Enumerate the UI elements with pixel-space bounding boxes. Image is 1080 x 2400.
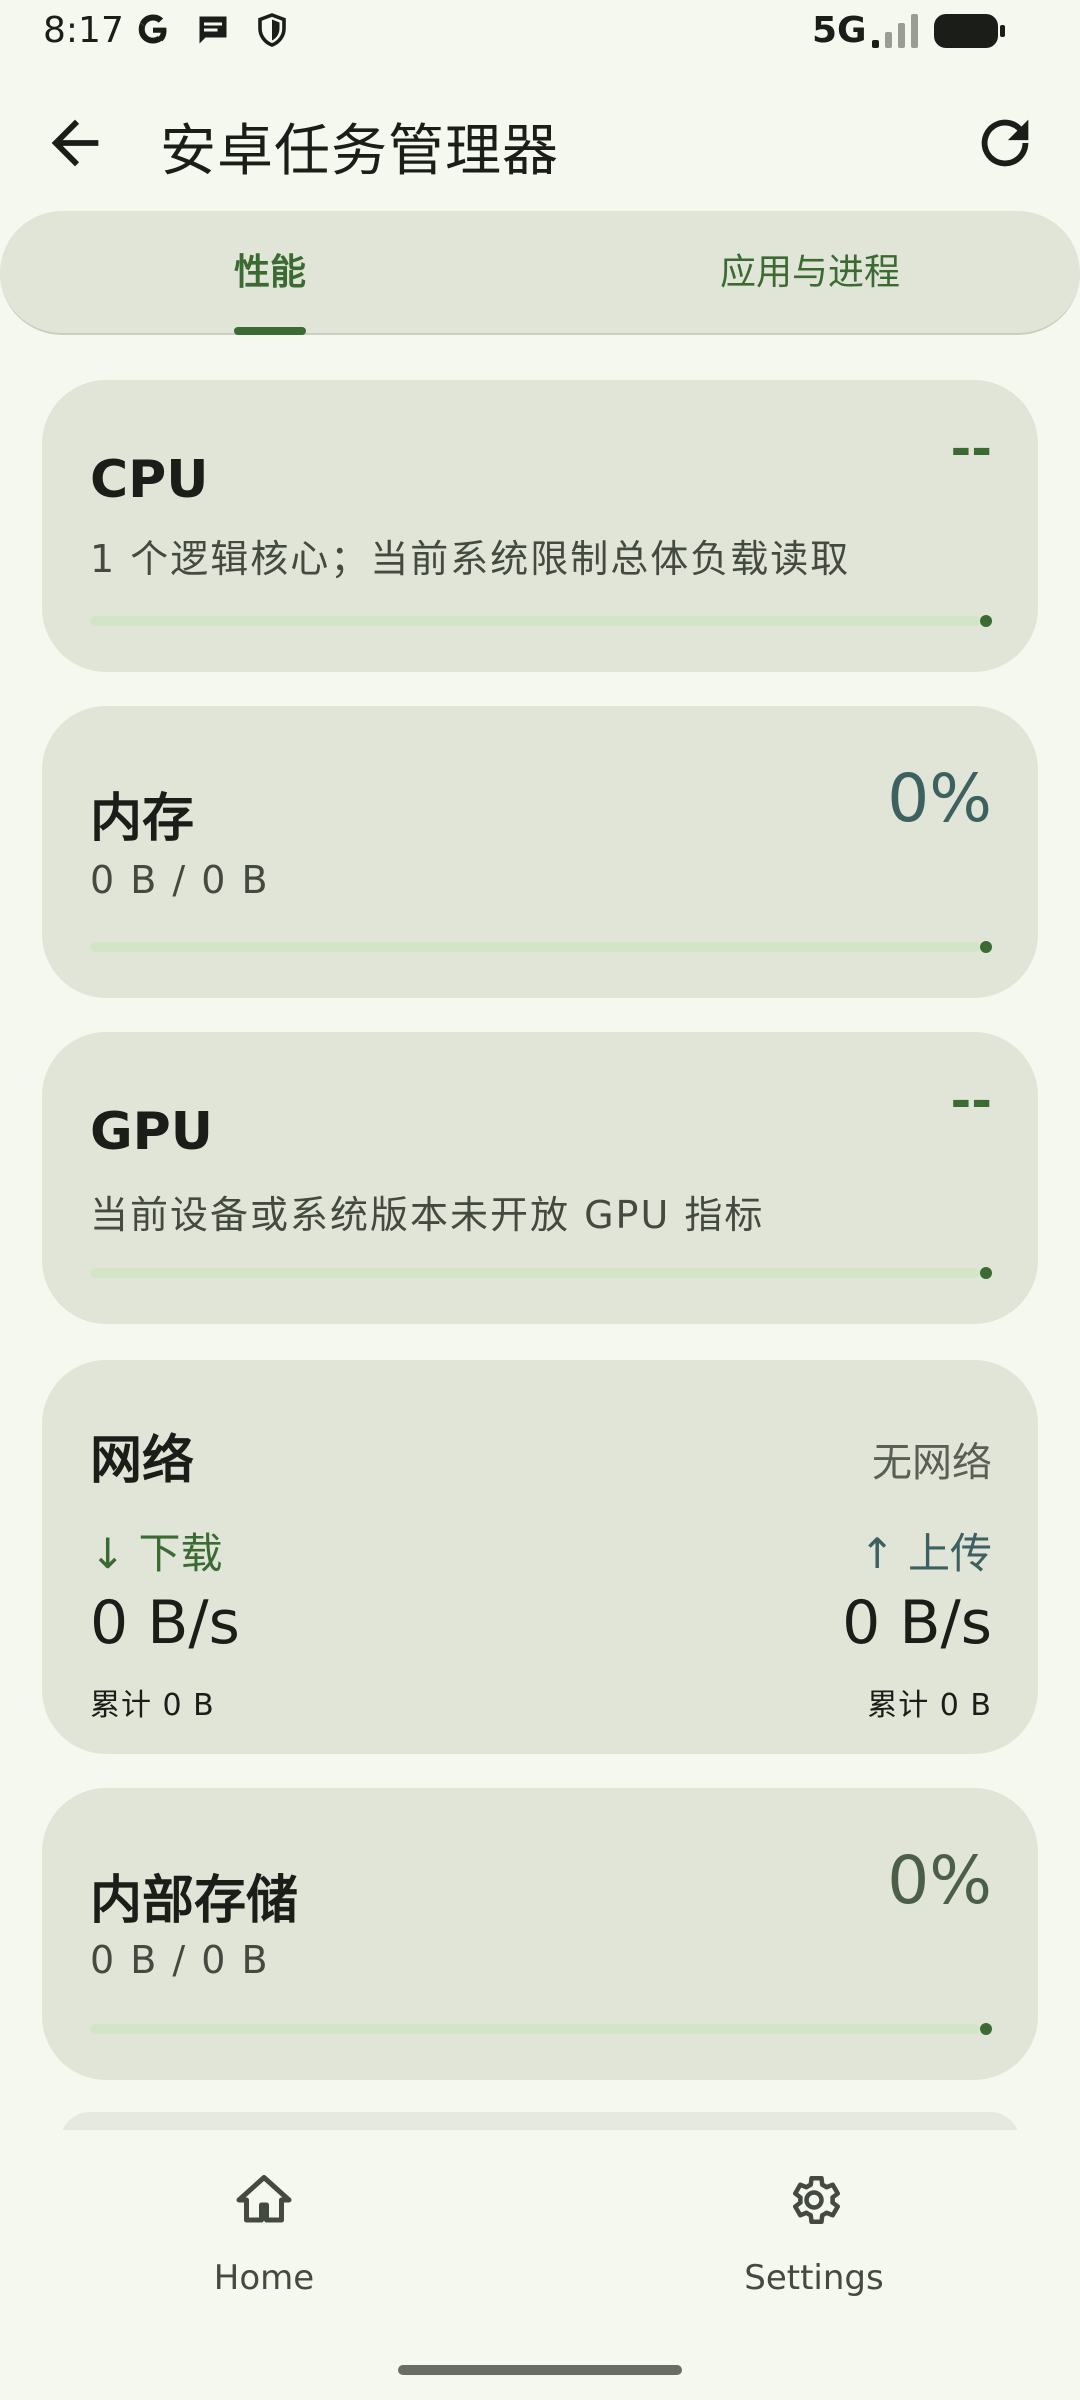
download-rate: 0 B/s bbox=[90, 1588, 240, 1658]
home-gesture-bar bbox=[398, 2365, 682, 2375]
storage-value: 0% bbox=[887, 1842, 992, 1919]
upload-total: 累计 0 B bbox=[867, 1688, 992, 1723]
cpu-subtitle: 1 个逻辑核心；当前系统限制总体负载读取 bbox=[90, 537, 851, 581]
nav-settings[interactable]: Settings bbox=[664, 2170, 964, 2298]
cpu-title: CPU bbox=[90, 450, 209, 510]
gpu-card[interactable]: GPU -- 当前设备或系统版本未开放 GPU 指标 bbox=[42, 1032, 1038, 1324]
signal-icon bbox=[872, 14, 920, 52]
bottom-navigation: Home Settings bbox=[0, 2130, 1080, 2400]
home-icon bbox=[236, 2175, 292, 2223]
nav-home-label: Home bbox=[213, 2258, 315, 2298]
storage-progress-end-dot bbox=[980, 2023, 992, 2035]
network-card[interactable]: 网络 无网络 ↓ 下载 ↑ 上传 0 B/s 0 B/s 累计 0 B 累计 0… bbox=[42, 1360, 1038, 1754]
refresh-icon bbox=[981, 119, 1029, 167]
upload-label: ↑ 上传 bbox=[859, 1529, 992, 1578]
app-bar: 安卓任务管理器 bbox=[0, 90, 1080, 190]
tab-indicator bbox=[234, 327, 306, 335]
cpu-progress-bar bbox=[90, 616, 980, 626]
back-button[interactable] bbox=[40, 108, 110, 178]
memory-title: 内存 bbox=[90, 789, 195, 849]
download-label: ↓ 下载 bbox=[90, 1529, 223, 1578]
memory-value: 0% bbox=[887, 760, 992, 837]
message-icon bbox=[195, 12, 231, 52]
gpu-progress-bar bbox=[90, 1268, 980, 1278]
tab-apps-processes[interactable]: 应用与进程 bbox=[540, 211, 1080, 335]
network-title: 网络 bbox=[90, 1431, 195, 1491]
tab-performance[interactable]: 性能 bbox=[0, 211, 540, 335]
cpu-value: -- bbox=[950, 420, 992, 478]
status-bar: 8:17 5G bbox=[0, 0, 1080, 62]
memory-subtitle: 0 B / 0 B bbox=[90, 858, 270, 902]
download-total: 累计 0 B bbox=[90, 1688, 215, 1723]
page-title: 安卓任务管理器 bbox=[160, 119, 559, 184]
shield-icon bbox=[254, 12, 290, 52]
cpu-progress-end-dot bbox=[980, 615, 992, 627]
memory-progress-bar bbox=[90, 942, 980, 952]
gpu-value: -- bbox=[950, 1072, 992, 1130]
gpu-subtitle: 当前设备或系统版本未开放 GPU 指标 bbox=[90, 1193, 765, 1237]
nav-home[interactable]: Home bbox=[114, 2170, 414, 2298]
network-type: 5G bbox=[812, 10, 867, 51]
gear-icon bbox=[793, 2176, 840, 2224]
storage-title: 内部存储 bbox=[90, 1871, 299, 1931]
upload-rate: 0 B/s bbox=[842, 1588, 992, 1658]
network-status: 无网络 bbox=[872, 1440, 992, 1486]
cpu-card[interactable]: CPU -- 1 个逻辑核心；当前系统限制总体负载读取 bbox=[42, 380, 1038, 672]
storage-card[interactable]: 内部存储 0% 0 B / 0 B bbox=[42, 1788, 1038, 2080]
refresh-button[interactable] bbox=[970, 108, 1040, 178]
memory-progress-end-dot bbox=[980, 941, 992, 953]
storage-subtitle: 0 B / 0 B bbox=[90, 1938, 270, 1982]
nav-settings-label: Settings bbox=[744, 2258, 884, 2298]
tab-bar: 性能 应用与进程 bbox=[0, 211, 1080, 335]
gpu-title: GPU bbox=[90, 1102, 214, 1162]
battery-icon bbox=[934, 14, 1006, 52]
storage-progress-bar bbox=[90, 2024, 980, 2034]
gpu-progress-end-dot bbox=[980, 1267, 992, 1279]
google-icon bbox=[135, 12, 171, 52]
back-arrow-icon bbox=[51, 119, 99, 167]
status-time: 8:17 bbox=[43, 10, 124, 51]
memory-card[interactable]: 内存 0% 0 B / 0 B bbox=[42, 706, 1038, 998]
